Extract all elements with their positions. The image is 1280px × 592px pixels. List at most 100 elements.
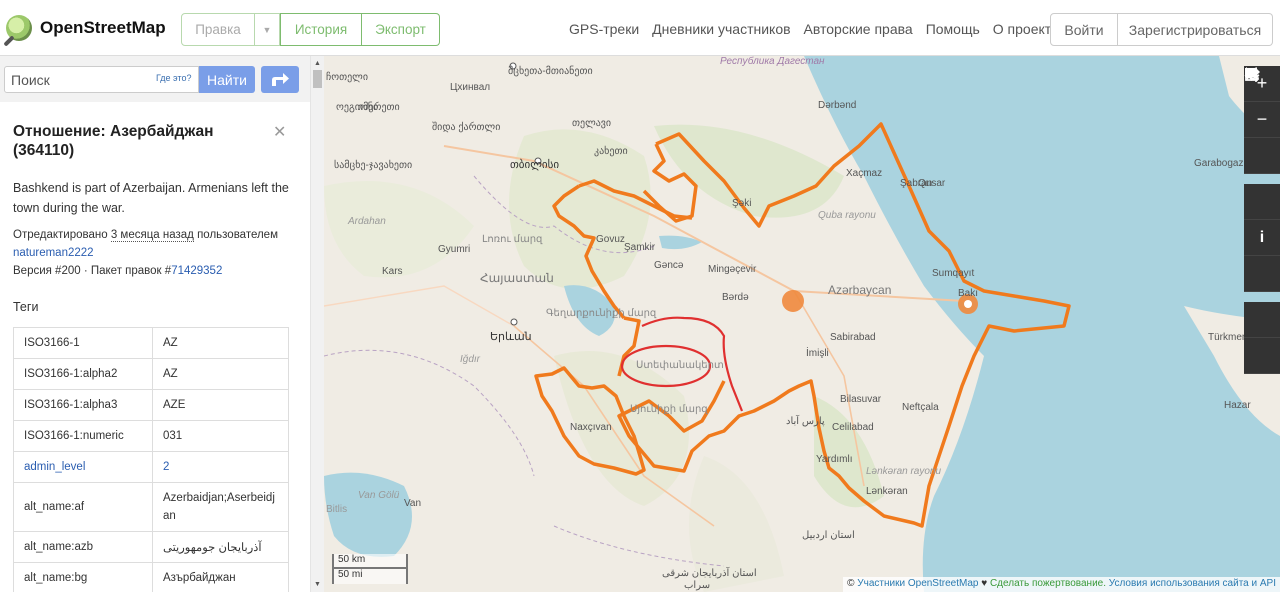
tag-key: alt_name:azb bbox=[13, 531, 153, 563]
tag-row: ISO3166-1:alpha3 AZE bbox=[13, 389, 289, 421]
tag-row: admin_level 2 bbox=[13, 451, 289, 483]
map-canvas[interactable]: ჩოთელი Цхинвал მცხეთა-მთიანეთი ოეგიონი ი… bbox=[324, 56, 1280, 592]
version-text: Версия #200 · Пакет правок # bbox=[13, 265, 172, 277]
query-features-button[interactable]: ? bbox=[1244, 67, 1280, 374]
caret-down-icon: ▼ bbox=[262, 24, 272, 35]
map-label: სამცხე-ჯავახეთი bbox=[334, 159, 412, 171]
layers-button[interactable] bbox=[1244, 68, 1280, 220]
map-label: Kars bbox=[382, 266, 403, 277]
map-label: Govuz bbox=[596, 234, 625, 245]
scroll-down-icon[interactable]: ▼ bbox=[314, 581, 321, 588]
map-label: Gyumri bbox=[438, 244, 470, 255]
tags-heading: Теги bbox=[13, 300, 39, 314]
scroll-up-icon[interactable]: ▲ bbox=[314, 60, 321, 67]
map-label: Gəncə bbox=[654, 260, 684, 271]
panel-title: Отношение: Азербайджан (364110) bbox=[13, 123, 214, 159]
map-label: Dərbənd bbox=[818, 100, 856, 111]
map-label: მცხეთა-მთიანეთი bbox=[508, 65, 593, 77]
relation-panel: Отношение: Азербайджан (364110) ✕ Bashke… bbox=[0, 102, 310, 592]
changeset-link[interactable]: 71429352 bbox=[171, 265, 222, 277]
tag-value: 031 bbox=[152, 420, 289, 452]
auth-buttons: Войти Зарегистрироваться bbox=[1050, 13, 1273, 46]
tag-key: ISO3166-1:alpha2 bbox=[13, 358, 153, 390]
map-label: Van Gölü bbox=[358, 490, 400, 501]
attribution-osm-link[interactable]: Участники OpenStreetMap bbox=[857, 578, 978, 589]
map-label: Գեղարքունիքի մարզ bbox=[546, 308, 657, 319]
tag-value: AZ bbox=[152, 327, 289, 359]
map-label: Azərbaycan bbox=[828, 283, 891, 297]
edited-prefix: Отредактировано bbox=[13, 229, 108, 241]
map-label: Bitlis bbox=[326, 504, 347, 515]
signup-button[interactable]: Зарегистрироваться bbox=[1118, 13, 1273, 46]
map-label: پارس آباد bbox=[786, 414, 825, 427]
logo-text: OpenStreetMap bbox=[40, 18, 166, 37]
user-link[interactable]: natureman2222 bbox=[13, 247, 94, 259]
nav-about[interactable]: О проекте bbox=[993, 21, 1059, 37]
history-button[interactable]: История bbox=[280, 13, 362, 46]
edit-dropdown-button[interactable]: ▼ bbox=[255, 13, 280, 46]
tag-row: alt_name:bg Азърбайджан bbox=[13, 562, 289, 592]
tag-row: ISO3166-1:alpha2 AZ bbox=[13, 358, 289, 390]
nav-copyright[interactable]: Авторские права bbox=[804, 21, 913, 37]
nav-gps-traces[interactable]: GPS-треки bbox=[569, 21, 639, 37]
tag-value: Азърбайджан bbox=[152, 562, 289, 592]
edit-button[interactable]: Правка bbox=[181, 13, 255, 46]
locate-button[interactable] bbox=[1244, 67, 1280, 174]
login-button[interactable]: Войти bbox=[1050, 13, 1118, 46]
directions-button[interactable] bbox=[261, 66, 299, 93]
donate-link[interactable]: Сделать пожертвование. bbox=[990, 578, 1106, 589]
map-label: Республика Дагестан bbox=[720, 56, 825, 67]
relation-metadata: Отредактировано 3 месяца назад пользоват… bbox=[13, 226, 298, 280]
map-label: Quba rayonu bbox=[818, 210, 876, 221]
map-label: Şabran bbox=[900, 178, 932, 189]
scroll-thumb[interactable] bbox=[313, 70, 322, 88]
zoom-out-icon: − bbox=[1256, 109, 1268, 129]
attribution-copyright: © bbox=[847, 578, 855, 589]
map-label: Sabirabad bbox=[830, 332, 876, 343]
map-label: Şəki bbox=[732, 198, 751, 209]
tag-row: alt_name:af Azerbaidjan;Aserbeidjan bbox=[13, 482, 289, 532]
map-label: Цхинвал bbox=[450, 82, 490, 93]
terms-link[interactable]: Условия использования сайта и API bbox=[1109, 578, 1276, 589]
tag-row: alt_name:azb آذربایجان جومهوریتی bbox=[13, 531, 289, 563]
where-is-this-link[interactable]: Где это? bbox=[156, 73, 191, 83]
search-button[interactable]: Найти bbox=[199, 66, 255, 93]
osm-logo[interactable]: OpenStreetMap bbox=[6, 15, 166, 41]
map-label: შიდა ქართლი bbox=[432, 121, 500, 133]
edited-by: пользователем bbox=[197, 229, 278, 241]
map-controls: + − i ? bbox=[1244, 66, 1280, 374]
query-icon: ? bbox=[1246, 67, 1259, 82]
close-icon[interactable]: ✕ bbox=[273, 122, 286, 142]
nav-links: GPS-треки Дневники участников Авторские … bbox=[569, 21, 1059, 37]
map-label: იმერეთი bbox=[358, 101, 400, 113]
relation-description: Bashkend is part of Azerbaijan. Armenian… bbox=[13, 181, 289, 215]
tag-key-link[interactable]: admin_level bbox=[13, 451, 153, 483]
edited-time: 3 месяца назад bbox=[110, 229, 194, 242]
map-label: Mingəçevir bbox=[708, 264, 757, 275]
map-label: Şamkir bbox=[624, 242, 656, 253]
nav-user-diaries[interactable]: Дневники участников bbox=[652, 21, 790, 37]
export-button[interactable]: Экспорт bbox=[362, 13, 440, 46]
scale-km: 50 km bbox=[332, 554, 408, 569]
top-navbar: OpenStreetMap Правка ▼ История Экспорт G… bbox=[0, 0, 1280, 56]
tag-key: ISO3166-1 bbox=[13, 327, 153, 359]
map-label: Naxçıvan bbox=[570, 422, 612, 433]
tag-value-link[interactable]: 2 bbox=[152, 451, 289, 483]
map-label: Հայաստան bbox=[480, 271, 554, 285]
sidebar-scrollbar[interactable]: ▲ ▼ bbox=[310, 56, 324, 592]
map-label: ჩოთელი bbox=[326, 71, 368, 83]
info-button[interactable]: i bbox=[1244, 220, 1280, 256]
info-icon: i bbox=[1259, 228, 1265, 246]
heart-icon: ♥ bbox=[981, 578, 988, 589]
map-label: Lənkəran bbox=[866, 486, 908, 497]
share-button[interactable] bbox=[1244, 68, 1280, 292]
tag-value: AZE bbox=[152, 389, 289, 421]
nav-help[interactable]: Помощь bbox=[926, 21, 980, 37]
map-label: Iğdır bbox=[460, 354, 481, 365]
map-label: Lənkəran rayonu bbox=[866, 466, 941, 477]
note-button[interactable] bbox=[1244, 68, 1280, 338]
edit-button-group: Правка ▼ История Экспорт bbox=[181, 13, 440, 46]
zoom-out-button[interactable]: − bbox=[1244, 102, 1280, 138]
tags-table: ISO3166-1 AZ ISO3166-1:alpha2 AZ ISO3166-1… bbox=[13, 327, 289, 592]
map-view[interactable]: ჩოთელი Цхинвал მცხეთა-მთიანეთი ოეგიონი ი… bbox=[324, 56, 1280, 592]
